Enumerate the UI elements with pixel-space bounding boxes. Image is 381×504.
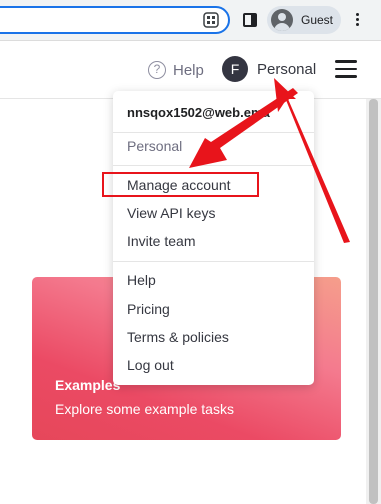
menu-item-pricing[interactable]: Pricing xyxy=(127,301,170,317)
page: Guest ? Help F Personal Examples Explore… xyxy=(0,0,381,504)
scrollbar-thumb[interactable] xyxy=(369,99,378,504)
annotation-highlight-box xyxy=(102,172,259,197)
account-menu-button[interactable]: F Personal xyxy=(222,55,316,83)
avatar: F xyxy=(222,56,248,82)
guest-label: Guest xyxy=(301,13,334,27)
examples-description: Explore some example tasks xyxy=(55,401,234,417)
hamburger-menu-icon[interactable] xyxy=(335,60,357,78)
help-label: Help xyxy=(173,61,204,79)
menu-divider xyxy=(113,132,314,133)
menu-item-terms-policies[interactable]: Terms & policies xyxy=(127,329,229,345)
menu-item-invite-team[interactable]: Invite team xyxy=(127,233,195,249)
side-panel-icon[interactable] xyxy=(243,13,257,27)
examples-title: Examples xyxy=(55,377,121,393)
account-dropdown-menu: nnsqox1502@web.ema Personal Manage accou… xyxy=(113,91,314,385)
help-link[interactable]: ? Help xyxy=(148,60,204,80)
menu-item-view-api-keys[interactable]: View API keys xyxy=(127,205,215,221)
person-icon xyxy=(271,9,293,31)
account-label: Personal xyxy=(257,60,317,78)
address-bar[interactable] xyxy=(0,6,230,34)
menu-divider xyxy=(113,165,314,166)
guest-profile-button[interactable]: Guest xyxy=(267,6,341,34)
more-vert-icon[interactable] xyxy=(356,13,360,29)
menu-item-help[interactable]: Help xyxy=(127,272,156,288)
qr-code-icon[interactable] xyxy=(203,12,219,28)
account-email: nnsqox1502@web.ema xyxy=(127,105,270,120)
account-org-label: Personal xyxy=(127,138,183,154)
menu-item-log-out[interactable]: Log out xyxy=(127,357,174,373)
help-icon: ? xyxy=(148,61,166,79)
menu-divider xyxy=(113,261,314,262)
browser-toolbar: Guest xyxy=(0,0,381,41)
